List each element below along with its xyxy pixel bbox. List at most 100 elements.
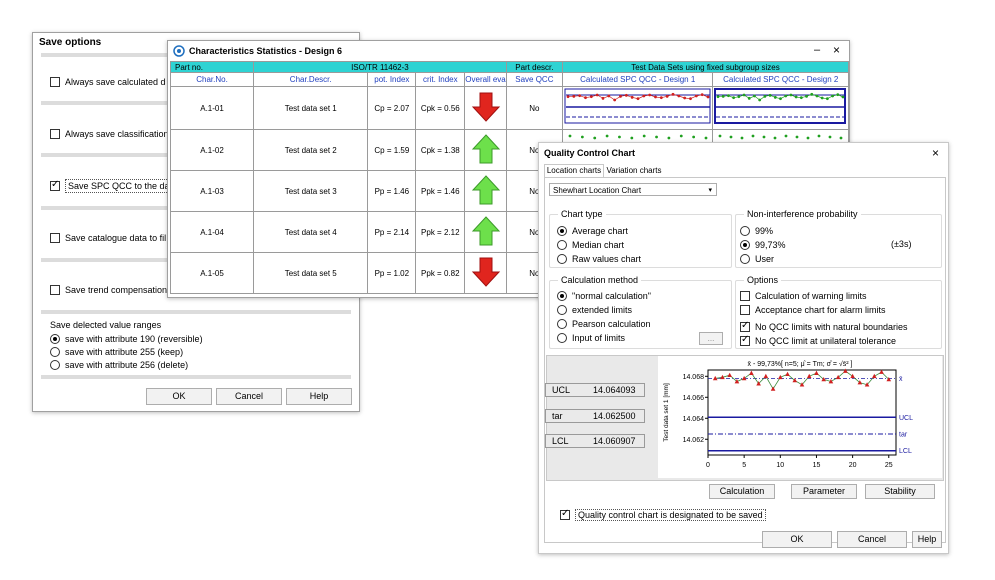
nip-user[interactable]: User	[740, 253, 774, 264]
radio[interactable]	[557, 253, 567, 264]
ok-button[interactable]: OK	[762, 531, 832, 548]
radio[interactable]	[557, 239, 567, 250]
mini-chart-point	[839, 136, 843, 140]
calc-extended[interactable]: extended limits	[557, 304, 632, 315]
lcl-box: LCL 14.060907	[545, 434, 645, 448]
tab-variation-charts[interactable]: Variation charts	[604, 165, 664, 176]
stability-button[interactable]: Stability	[865, 484, 935, 499]
mini-qcc-design2[interactable]	[712, 86, 849, 130]
checkbox[interactable]	[50, 284, 60, 295]
table-row[interactable]: A.1-01 Test data set 1 Cp = 2.07 Cpk = 0.56…	[169, 86, 849, 130]
tab-location-charts[interactable]: Location charts	[544, 164, 604, 177]
chart-type-raw[interactable]: Raw values chart	[557, 253, 641, 264]
checkbox-checked[interactable]	[740, 320, 750, 332]
ok-button[interactable]: OK	[146, 388, 212, 405]
checkbox-checked[interactable]	[560, 508, 570, 520]
range-option-255[interactable]: save with attribute 255 (keep)	[50, 346, 183, 357]
calculation-button[interactable]: Calculation	[709, 484, 775, 499]
chart-type-average[interactable]: Average chart	[557, 225, 628, 236]
radio-selected[interactable]	[50, 333, 60, 344]
col-char-descr[interactable]: Char.Descr.	[253, 72, 369, 87]
close-icon[interactable]: ×	[932, 146, 939, 160]
help-button[interactable]: Help	[286, 388, 352, 405]
x-tick-label: 10	[776, 462, 784, 469]
range-option-256[interactable]: save with attribute 256 (delete)	[50, 359, 188, 370]
qcc-title: Quality Control Chart	[544, 148, 636, 158]
nip-99[interactable]: 99%	[740, 225, 773, 236]
group-title: Chart type	[558, 209, 606, 219]
calc-normal[interactable]: "normal calculation"	[557, 290, 651, 301]
data-point	[785, 371, 790, 376]
checkbox-checked[interactable]	[50, 179, 60, 191]
quality-control-chart-dialog: Quality Control Chart × Location charts …	[538, 142, 949, 554]
col-qcc-design2[interactable]: Calculated SPC QCC - Design 2	[712, 72, 849, 87]
checkbox[interactable]	[740, 304, 750, 315]
char-no-cell: A.1-02	[169, 129, 255, 171]
mini-chart-point	[817, 134, 821, 138]
col-qcc-design1[interactable]: Calculated SPC QCC - Design 1	[561, 72, 714, 87]
mini-chart-point	[784, 134, 788, 138]
help-button[interactable]: Help	[912, 531, 942, 548]
save-options-title: Save options	[39, 37, 102, 48]
col-crit-index[interactable]: crit. Index	[415, 72, 466, 87]
col-save-qcc[interactable]: Save QCC	[505, 72, 563, 87]
opt-acceptance-chart[interactable]: Acceptance chart for alarm limits	[740, 304, 886, 315]
crit-index-cell: Cpk = 1.38	[415, 129, 466, 171]
mini-chart-point	[691, 135, 695, 139]
group-title: Calculation method	[558, 275, 642, 285]
radio[interactable]	[557, 304, 567, 315]
option-save-spc-qcc[interactable]: Save SPC QCC to the dat	[50, 178, 176, 193]
parameter-button[interactable]: Parameter	[791, 484, 857, 499]
right-label-1: UCL	[899, 415, 913, 422]
radio[interactable]	[740, 253, 750, 264]
tab-label: Variation charts	[606, 166, 662, 175]
calc-input-limits[interactable]: Input of limits	[557, 332, 625, 343]
col-char-no[interactable]: Char.No.	[169, 72, 255, 87]
crit-index-cell: Ppk = 2.12	[415, 211, 466, 253]
opt-unilateral-tolerance[interactable]: No QCC limit at unilateral tolerance	[740, 334, 896, 346]
mini-qcc-design1[interactable]	[561, 86, 714, 130]
radio-selected[interactable]	[557, 290, 567, 301]
checkbox[interactable]	[50, 76, 60, 87]
checkbox[interactable]	[50, 232, 60, 243]
option-save-catalogue[interactable]: Save catalogue data to fil	[50, 232, 166, 243]
range-option-190[interactable]: save with attribute 190 (reversible)	[50, 333, 203, 344]
mini-chart-point	[704, 136, 708, 140]
option-save-trend[interactable]: Save trend compensation	[50, 284, 167, 295]
checkbox[interactable]	[50, 128, 60, 139]
nip-99-73[interactable]: 99,73%	[740, 239, 786, 250]
chart-type-select[interactable]: Shewhart Location Chart ▾	[549, 183, 717, 196]
input-limits-button[interactable]: ...	[699, 332, 723, 345]
opt-warning-limits[interactable]: Calculation of warning limits	[740, 290, 867, 301]
radio[interactable]	[557, 318, 567, 329]
radio[interactable]	[740, 225, 750, 236]
minimize-icon[interactable]: –	[814, 44, 820, 56]
char-descr-cell: Test data set 1	[253, 86, 369, 130]
option-always-save-classification[interactable]: Always save classification	[50, 128, 169, 139]
mini-chart-point	[605, 134, 609, 138]
opt-natural-boundaries[interactable]: No QCC limits with natural boundaries	[740, 320, 908, 332]
cancel-button[interactable]: Cancel	[216, 388, 282, 405]
radio-selected[interactable]	[557, 225, 567, 236]
radio[interactable]	[50, 346, 60, 357]
cancel-button[interactable]: Cancel	[837, 531, 907, 548]
calc-pearson[interactable]: Pearson calculation	[557, 318, 651, 329]
divider	[41, 310, 351, 314]
checkbox-checked[interactable]	[740, 334, 750, 346]
chart-type-median[interactable]: Median chart	[557, 239, 624, 250]
divider	[41, 375, 351, 379]
x-tick-label: 5	[742, 462, 746, 469]
crit-index-cell: Cpk = 0.56	[415, 86, 466, 130]
col-pot-index[interactable]: pot. Index	[367, 72, 417, 87]
data-point	[749, 370, 754, 375]
ucl-label: UCL	[552, 385, 571, 395]
checkbox[interactable]	[740, 290, 750, 301]
radio[interactable]	[557, 332, 567, 343]
close-icon[interactable]: ×	[833, 43, 840, 57]
radio-selected[interactable]	[740, 239, 750, 250]
ucl-box: UCL 14.064093	[545, 383, 645, 397]
option-always-save-calculated[interactable]: Always save calculated d	[50, 76, 166, 87]
save-designation-checkbox[interactable]: Quality control chart is designated to b…	[560, 508, 766, 521]
col-overall-eval[interactable]: Overall eva	[464, 72, 507, 87]
radio[interactable]	[50, 359, 60, 370]
